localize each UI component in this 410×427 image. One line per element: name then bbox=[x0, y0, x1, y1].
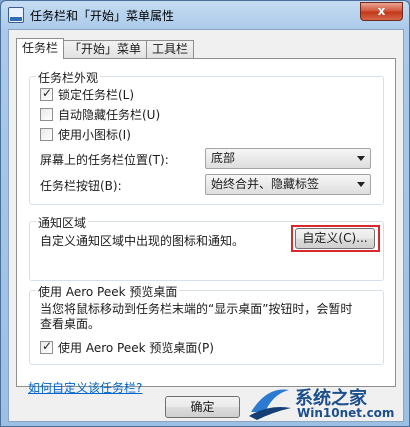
small-icons-option[interactable]: 使用小图标(I) bbox=[40, 126, 131, 143]
tab-start-menu[interactable]: 「开始」菜单 bbox=[63, 40, 148, 59]
taskbar-properties-icon bbox=[8, 7, 24, 23]
auto-hide-option[interactable]: 自动隐藏任务栏(U) bbox=[40, 106, 160, 123]
watermark-url: Win10net.com bbox=[297, 406, 395, 420]
auto-hide-label: 自动隐藏任务栏(U) bbox=[58, 108, 161, 122]
chevron-down-icon bbox=[357, 156, 365, 161]
use-peek-label: 使用 Aero Peek 预览桌面(P) bbox=[58, 341, 214, 355]
dialog-client-area: 任务栏 「开始」菜单 工具栏 任务栏外观 锁定任务栏(L) 自动隐藏任务栏(U)… bbox=[8, 29, 404, 422]
window-title: 任务栏和「开始」菜单属性 bbox=[30, 9, 175, 23]
title-bar[interactable]: 任务栏和「开始」菜单属性 x bbox=[1, 1, 409, 29]
small-icons-label: 使用小图标(I) bbox=[58, 128, 131, 142]
tab-taskbar[interactable]: 任务栏 bbox=[16, 38, 65, 59]
notification-group: 通知区域 自定义通知区域中出现的图标和通知。 自定义(C)... bbox=[29, 214, 384, 281]
buttons-selected-value: 始终合并、隐藏标签 bbox=[211, 177, 320, 191]
tab-strip: 任务栏 「开始」菜单 工具栏 bbox=[16, 38, 195, 59]
location-selected-value: 底部 bbox=[211, 151, 236, 165]
taskbar-tab-panel: 任务栏外观 锁定任务栏(L) 自动隐藏任务栏(U) 使用小图标(I) 屏幕上的任… bbox=[16, 58, 396, 395]
buttons-select[interactable]: 始终合并、隐藏标签 bbox=[205, 174, 371, 195]
small-icons-checkbox[interactable] bbox=[40, 128, 53, 141]
appearance-group-label: 任务栏外观 bbox=[36, 69, 101, 86]
buttons-label: 任务栏按钮(B): bbox=[40, 179, 122, 193]
ok-button[interactable]: 确定 bbox=[165, 396, 240, 418]
location-select[interactable]: 底部 bbox=[205, 148, 371, 169]
auto-hide-checkbox[interactable] bbox=[40, 108, 53, 121]
customize-notification-button[interactable]: 自定义(C)... bbox=[295, 228, 375, 249]
close-button[interactable]: x bbox=[360, 2, 403, 21]
lock-taskbar-label: 锁定任务栏(L) bbox=[58, 88, 135, 102]
location-label: 屏幕上的任务栏位置(T): bbox=[40, 153, 169, 167]
notification-group-label: 通知区域 bbox=[36, 214, 89, 231]
appearance-group: 任务栏外观 锁定任务栏(L) 自动隐藏任务栏(U) 使用小图标(I) 屏幕上的任… bbox=[29, 69, 384, 205]
lock-taskbar-checkbox[interactable] bbox=[40, 86, 53, 101]
use-peek-option[interactable]: 使用 Aero Peek 预览桌面(P) bbox=[40, 339, 214, 356]
aero-peek-group: 使用 Aero Peek 预览桌面 当您将鼠标移动到任务栏末端的“显示桌面”按钮… bbox=[29, 283, 384, 365]
lock-taskbar-option[interactable]: 锁定任务栏(L) bbox=[40, 86, 134, 103]
dialog-window: 任务栏和「开始」菜单属性 x 任务栏 「开始」菜单 工具栏 任务栏外观 锁定任务… bbox=[0, 0, 410, 427]
aero-peek-group-label: 使用 Aero Peek 预览桌面 bbox=[36, 283, 180, 300]
logo-swoosh-icon bbox=[249, 389, 291, 420]
tab-toolbars[interactable]: 工具栏 bbox=[146, 40, 195, 59]
watermark-logo: 系统之家 Win10net.com bbox=[247, 382, 407, 424]
help-link[interactable]: 如何自定义该任务栏? bbox=[28, 379, 142, 396]
aero-peek-description-line2: 查看桌面。 bbox=[40, 317, 101, 331]
notification-description: 自定义通知区域中出现的图标和通知。 bbox=[40, 234, 245, 248]
use-peek-checkbox[interactable] bbox=[40, 339, 53, 354]
chevron-down-icon bbox=[357, 182, 365, 187]
